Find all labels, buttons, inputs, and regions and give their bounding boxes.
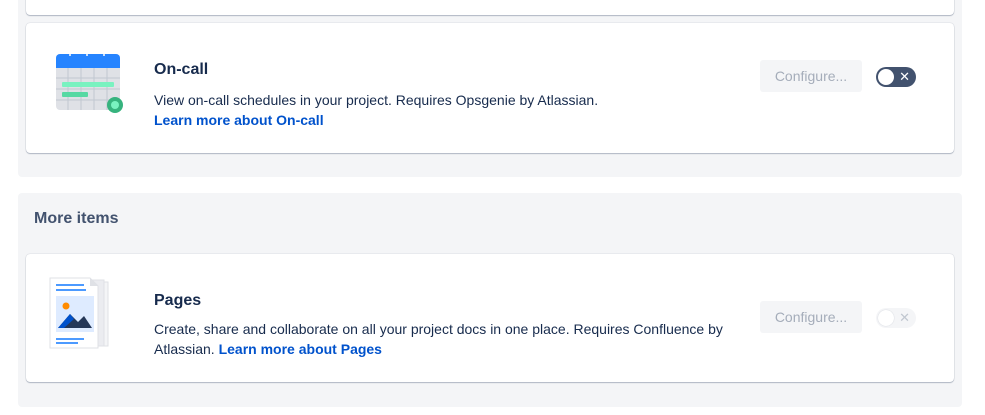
pages-learn-more-link[interactable]: Learn more about Pages [219, 341, 382, 357]
oncall-configure-button[interactable]: Configure... [760, 60, 862, 92]
more-items-section: More items Pages Create, share and colla… [18, 193, 962, 407]
close-icon: ✕ [899, 69, 910, 84]
pages-icon [48, 276, 132, 357]
oncall-title: On-call [154, 61, 209, 78]
toggle-knob [878, 310, 894, 326]
pages-title: Pages [154, 292, 202, 309]
close-icon: ✕ [899, 310, 910, 325]
calendar-icon [54, 48, 124, 123]
toggle-knob [878, 69, 894, 85]
oncall-description-text: View on-call schedules in your project. … [154, 92, 599, 108]
pages-toggle[interactable]: ✕ [876, 308, 916, 328]
more-items-heading: More items [34, 210, 119, 227]
pages-configure-button[interactable]: Configure... [760, 301, 862, 333]
previous-feature-card [26, 0, 954, 15]
oncall-learn-more-link[interactable]: Learn more about On-call [154, 112, 324, 128]
oncall-card: On-call View on-call schedules in your p… [26, 23, 954, 153]
oncall-description: View on-call schedules in your project. … [154, 90, 754, 130]
features-section: On-call View on-call schedules in your p… [18, 0, 962, 177]
pages-description: Create, share and collaborate on all you… [154, 319, 754, 359]
oncall-toggle[interactable]: ✕ [876, 67, 916, 87]
pages-card: Pages Create, share and collaborate on a… [26, 254, 954, 382]
